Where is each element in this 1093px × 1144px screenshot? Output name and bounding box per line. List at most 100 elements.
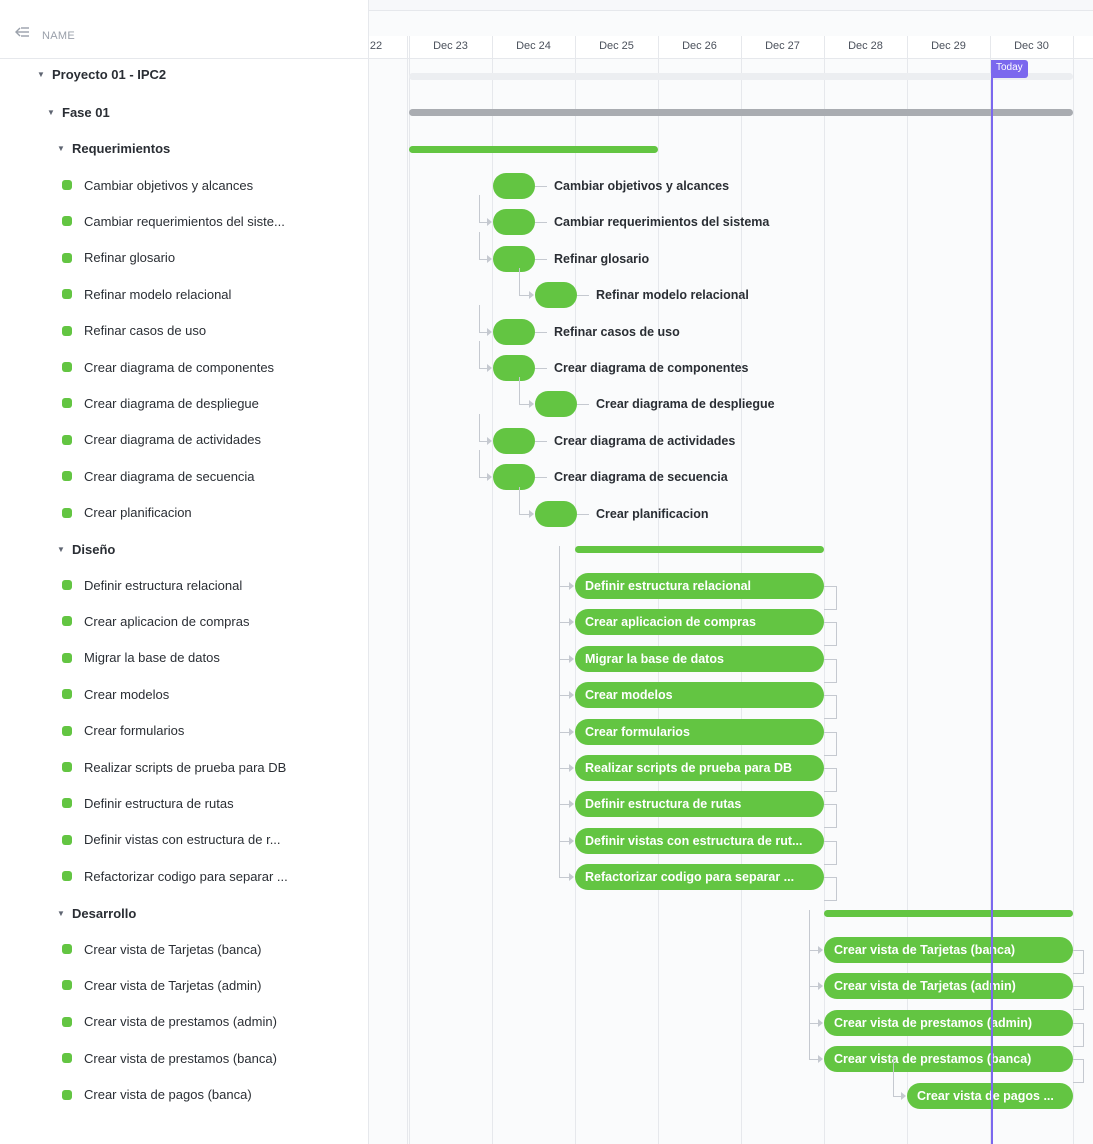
status-dot-icon[interactable] — [62, 834, 72, 845]
caret-down-icon[interactable]: ▼ — [46, 107, 56, 117]
task-row[interactable]: Refinar modelo relacional — [0, 276, 430, 312]
task-row[interactable]: Refinar glosario — [0, 240, 430, 276]
task-bar[interactable]: Crear vista de prestamos (banca) — [824, 1046, 1073, 1073]
task-bar-label[interactable]: Refinar glosario — [554, 246, 649, 272]
task-row[interactable]: Crear vista de Tarjetas (admin) — [0, 967, 430, 1003]
task-bar[interactable]: Crear vista de pagos ... — [907, 1082, 1073, 1109]
status-dot-icon[interactable] — [62, 1016, 72, 1027]
task-row[interactable]: Crear formularios — [0, 713, 430, 749]
task-row[interactable]: Crear vista de Tarjetas (banca) — [0, 931, 430, 967]
gantt-timeline[interactable]: 22 Dec 23 Dec 24 Dec 25 Dec 26 Dec 27 Dec 28 De… — [369, 0, 1093, 1144]
status-dot-icon[interactable] — [62, 1089, 72, 1100]
caret-down-icon[interactable]: ▼ — [56, 143, 66, 153]
task-bar[interactable]: Crear vista de prestamos (admin) — [824, 1009, 1073, 1036]
task-bar-label[interactable]: Crear diagrama de componentes — [554, 355, 749, 381]
task-bar[interactable]: Crear modelos — [575, 682, 824, 709]
collapse-sidebar-icon[interactable] — [14, 26, 30, 40]
status-dot-icon[interactable] — [62, 580, 72, 590]
status-dot-icon[interactable] — [62, 180, 72, 190]
task-row[interactable]: Crear planificacion — [0, 495, 430, 531]
task-bar[interactable] — [493, 427, 535, 454]
tree-row-group-diseno[interactable]: ▼ Diseño — [0, 531, 424, 567]
status-dot-icon[interactable] — [62, 798, 72, 809]
task-bar[interactable] — [493, 209, 535, 236]
status-dot-icon[interactable] — [62, 944, 72, 954]
task-bar[interactable]: Definir estructura de rutas — [575, 791, 824, 818]
status-dot-icon[interactable] — [62, 507, 72, 518]
status-dot-icon[interactable] — [62, 1053, 72, 1064]
task-row[interactable]: Crear vista de prestamos (admin) — [0, 1004, 430, 1040]
task-row[interactable]: Crear modelos — [0, 676, 430, 712]
status-dot-icon[interactable] — [62, 216, 72, 227]
task-bar-label[interactable]: Crear planificacion — [596, 501, 709, 527]
task-bar-label[interactable]: Crear diagrama de despliegue — [596, 391, 775, 417]
task-row[interactable]: Migrar la base de datos — [0, 640, 430, 676]
status-dot-icon[interactable] — [62, 871, 72, 882]
group-bar-requerimientos[interactable] — [409, 146, 658, 153]
phase-summary-bar[interactable] — [409, 109, 1073, 116]
task-bar[interactable]: Crear vista de Tarjetas (admin) — [824, 973, 1073, 1000]
status-dot-icon[interactable] — [62, 252, 72, 263]
task-bar-label[interactable]: Refinar casos de uso — [554, 319, 680, 345]
tree-row-group-desarrollo[interactable]: ▼ Desarrollo — [0, 895, 424, 931]
task-bar-label[interactable]: Crear diagrama de secuencia — [554, 464, 728, 490]
status-dot-icon[interactable] — [62, 725, 72, 736]
task-bar[interactable] — [493, 173, 535, 199]
tree-row-phase[interactable]: ▼ Fase 01 — [0, 94, 414, 130]
task-row[interactable]: Definir estructura relacional — [0, 567, 430, 603]
group-bar-desarrollo[interactable] — [824, 910, 1073, 917]
task-bar[interactable]: Refactorizar codigo para separar ... — [575, 864, 824, 891]
status-dot-icon[interactable] — [62, 325, 72, 336]
status-dot-icon[interactable] — [62, 652, 72, 663]
task-bar-label[interactable]: Cambiar requerimientos del sistema — [554, 209, 769, 235]
group-bar-diseno[interactable] — [575, 546, 824, 553]
status-dot-icon[interactable] — [62, 980, 72, 991]
task-bar[interactable]: Realizar scripts de prueba para DB — [575, 755, 824, 781]
task-row[interactable]: Crear aplicacion de compras — [0, 603, 430, 639]
status-dot-icon[interactable] — [62, 762, 72, 772]
task-bar[interactable]: Definir vistas con estructura de rut... — [575, 827, 824, 854]
status-dot-icon[interactable] — [62, 434, 72, 445]
task-row[interactable]: Definir estructura de rutas — [0, 785, 430, 821]
task-bar-label[interactable]: Refinar modelo relacional — [596, 282, 749, 308]
status-dot-icon[interactable] — [62, 471, 72, 482]
status-dot-icon[interactable] — [62, 616, 72, 627]
task-row[interactable]: Crear vista de pagos (banca) — [0, 1077, 430, 1113]
task-bar[interactable] — [535, 391, 577, 418]
task-bar[interactable]: Crear formularios — [575, 718, 824, 745]
task-row[interactable]: Realizar scripts de prueba para DB — [0, 749, 430, 785]
task-bar[interactable] — [535, 500, 577, 527]
tree-row-group-requerimientos[interactable]: ▼ Requerimientos — [0, 130, 424, 166]
task-row[interactable]: Refinar casos de uso — [0, 313, 430, 349]
task-row[interactable]: Crear diagrama de componentes — [0, 349, 430, 385]
dependency-line — [824, 695, 837, 720]
task-row[interactable]: Crear diagrama de actividades — [0, 422, 430, 458]
task-bar-label[interactable]: Crear diagrama de actividades — [554, 428, 735, 454]
task-bar-label[interactable]: Cambiar objetivos y alcances — [554, 173, 729, 199]
task-bar[interactable] — [493, 318, 535, 345]
task-row[interactable]: Definir vistas con estructura de r... — [0, 822, 430, 858]
dependency-line — [824, 622, 837, 647]
caret-down-icon[interactable]: ▼ — [56, 908, 66, 918]
caret-down-icon[interactable]: ▼ — [56, 544, 66, 554]
task-row[interactable]: Crear diagrama de secuencia — [0, 458, 430, 494]
task-row[interactable]: Cambiar objetivos y alcances — [0, 167, 430, 203]
tree-row-project[interactable]: ▼ Proyecto 01 - IPC2 — [0, 56, 404, 92]
status-dot-icon[interactable] — [62, 289, 72, 300]
project-summary-bar[interactable] — [409, 73, 1073, 80]
task-bar[interactable]: Definir estructura relacional — [575, 573, 824, 599]
task-bar[interactable]: Crear aplicacion de compras — [575, 609, 824, 636]
status-dot-icon[interactable] — [62, 362, 72, 372]
name-column-header[interactable]: NAME — [42, 30, 75, 42]
task-bar[interactable] — [535, 282, 577, 309]
task-row[interactable]: Cambiar requerimientos del siste... — [0, 203, 430, 239]
status-dot-icon[interactable] — [62, 689, 72, 700]
task-row[interactable]: Crear diagrama de despliegue — [0, 385, 430, 421]
task-row[interactable]: Refactorizar codigo para separar ... — [0, 858, 430, 894]
status-dot-icon[interactable] — [62, 398, 72, 409]
task-bar[interactable]: Crear vista de Tarjetas (banca) — [824, 937, 1073, 963]
task-bar[interactable]: Migrar la base de datos — [575, 645, 824, 672]
task-name: Definir estructura de rutas — [84, 795, 234, 811]
task-row[interactable]: Crear vista de prestamos (banca) — [0, 1040, 430, 1076]
caret-down-icon[interactable]: ▼ — [36, 69, 46, 79]
